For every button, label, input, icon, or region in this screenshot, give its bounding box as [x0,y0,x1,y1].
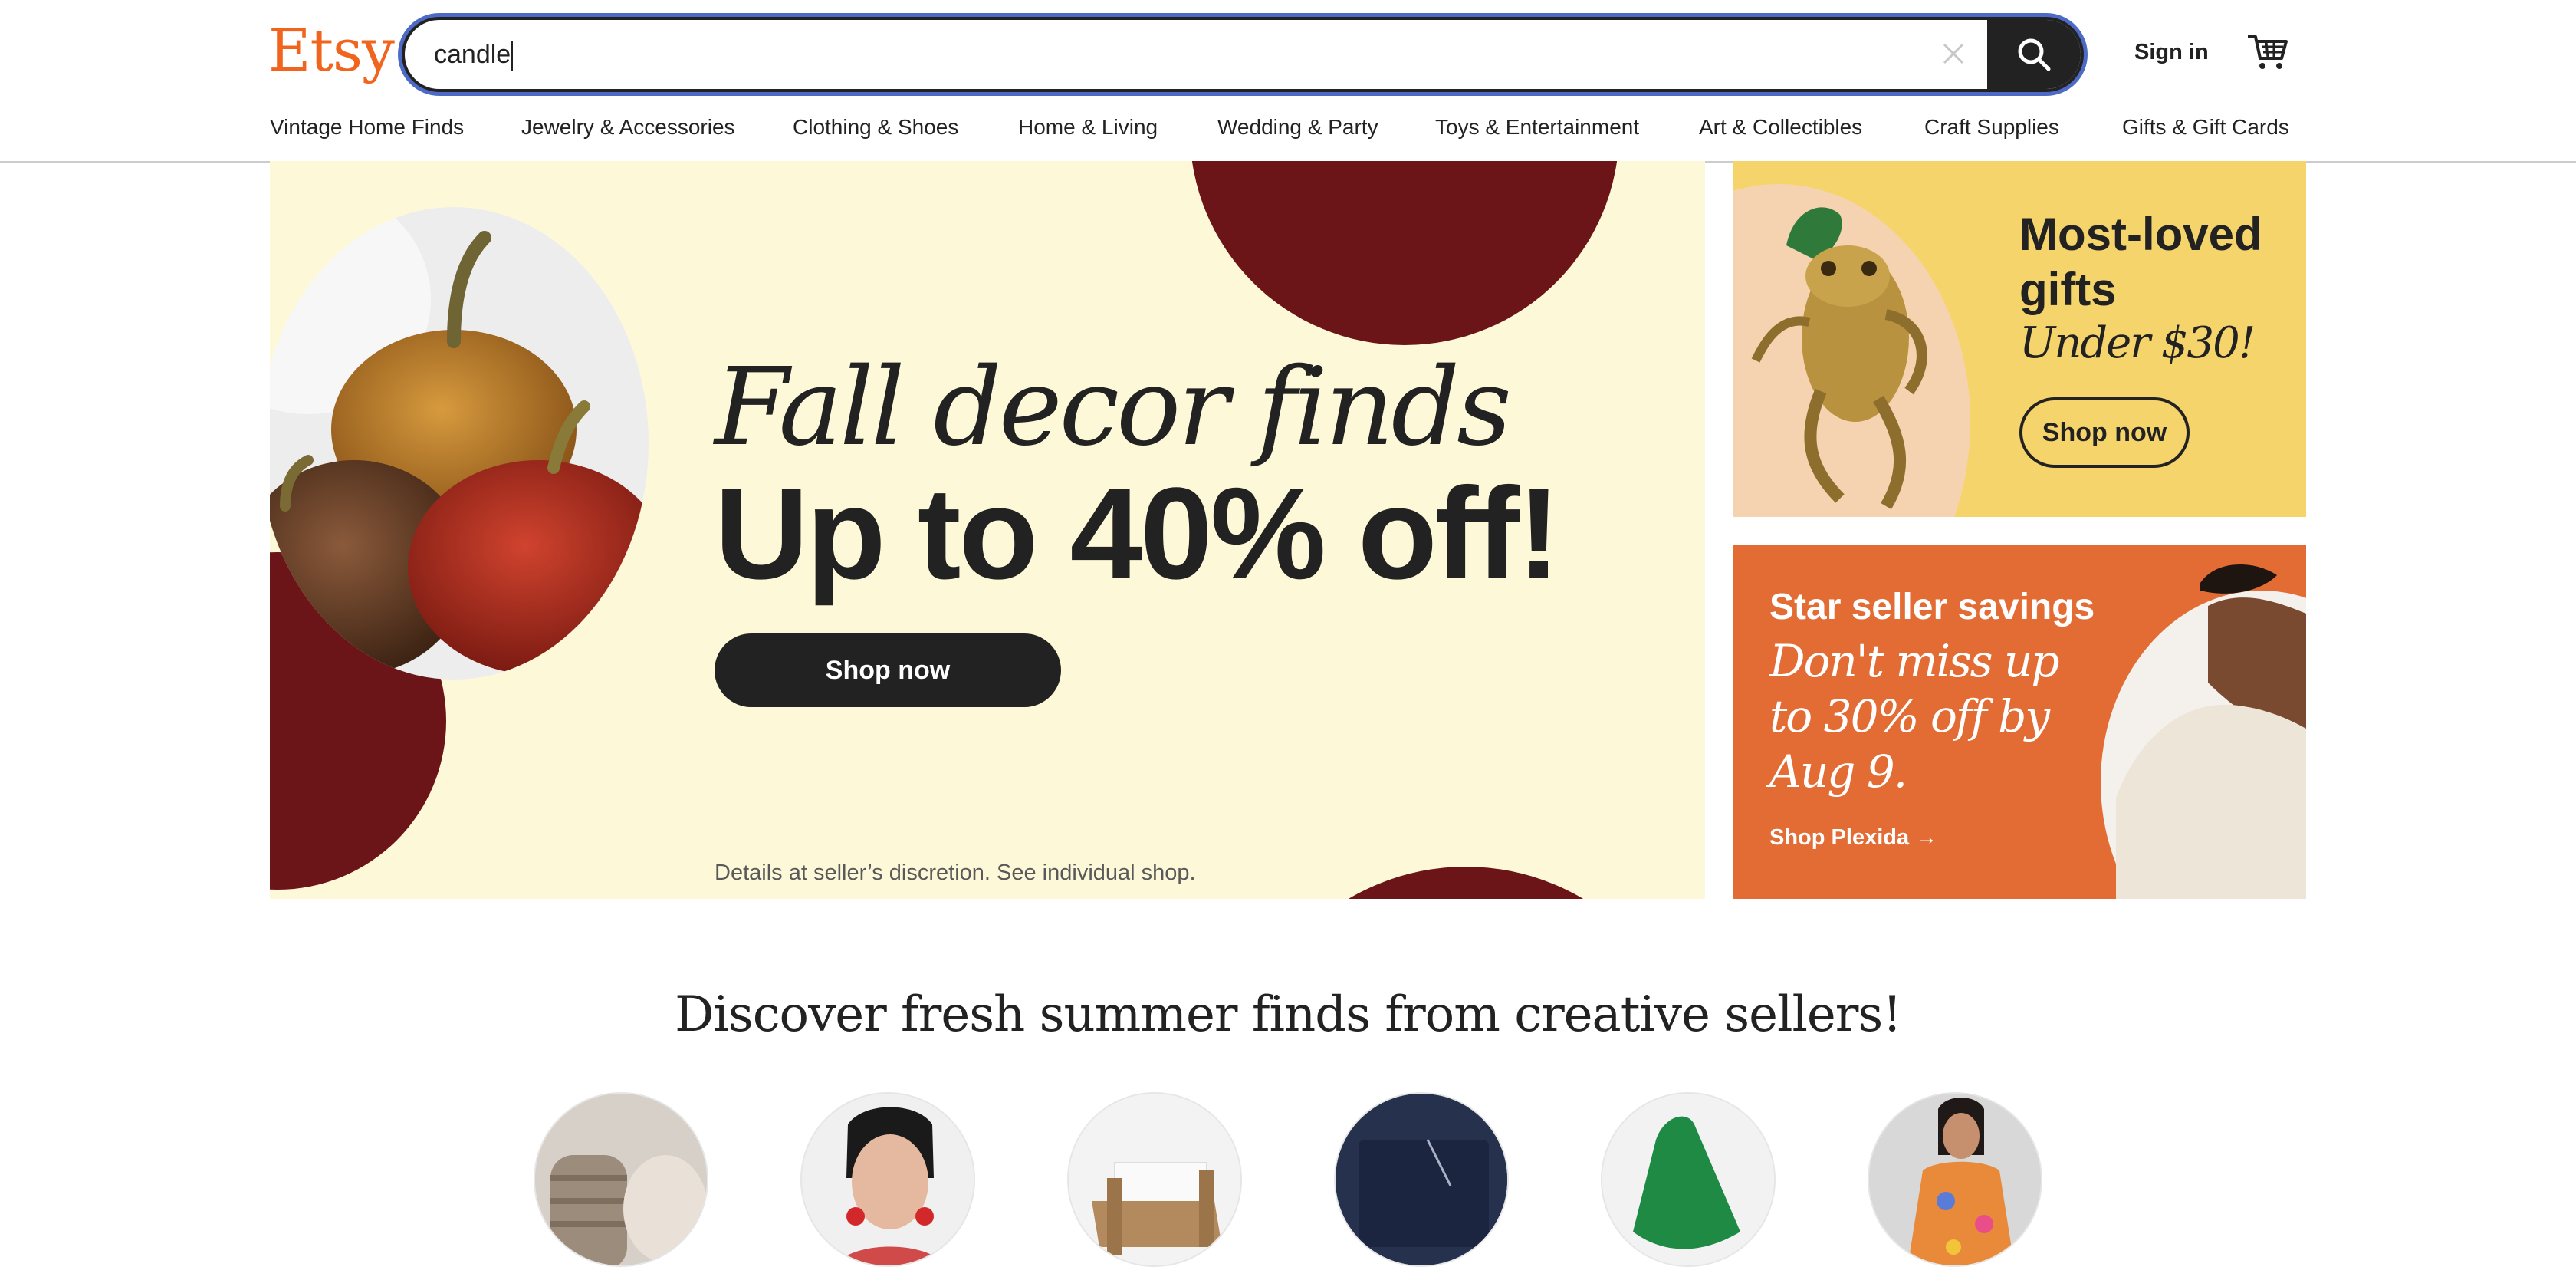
shop-plexida-link[interactable]: Shop Plexida → [1769,825,1937,851]
discover-circle-chair[interactable] [1067,1092,1242,1267]
search-input-value: candle [434,40,511,69]
discover-circle-dress[interactable] [1868,1092,2042,1267]
chair-image [1069,1094,1240,1265]
nav-gifts-gift-cards[interactable]: Gifts & Gift Cards [2122,115,2289,140]
hero-disclaimer: Details at seller’s discretion. See indi… [715,861,1196,885]
pumpkins-image [270,207,649,680]
search-input[interactable]: candle [434,20,514,89]
hero-title-bold: Up to 40% off! [715,461,1561,607]
discover-circle-notebook[interactable] [1334,1092,1509,1267]
star-seller-title: Star seller savings [1769,587,2095,627]
nav-wedding-party[interactable]: Wedding & Party [1217,115,1378,140]
nav-home-living[interactable]: Home & Living [1018,115,1158,140]
discover-circle-pottery[interactable] [534,1092,708,1267]
discover-circle-earrings[interactable] [800,1092,975,1267]
search-icon [2018,38,2051,71]
nav-art-collectibles[interactable]: Art & Collectibles [1699,115,1862,140]
star-seller-line2: to 30% off by [1769,690,2050,742]
star-seller-card[interactable]: Star seller savings Don't miss up to 30%… [1733,545,2306,899]
search-bar[interactable]: candle [402,17,2084,92]
text-caret [511,41,514,71]
category-nav: Vintage Home Finds Jewelry & Accessories… [0,115,2576,163]
search-button[interactable] [1987,20,2081,89]
earrings-model-image [802,1094,974,1265]
discover-heading: Discover fresh summer finds from creativ… [675,986,1902,1043]
model-sweater-image [2101,564,2306,899]
star-seller-subtitle: Don't miss up to 30% off by Aug 9. [1769,634,2091,799]
clear-search-icon[interactable] [1940,40,1967,67]
star-seller-line1: Don't miss up [1769,635,2059,687]
nav-toys-entertainment[interactable]: Toys & Entertainment [1435,115,1639,140]
etsy-logo[interactable]: Etsy [268,21,395,80]
notebook-image [1336,1094,1507,1265]
frog-ornament-image [1733,184,1970,517]
gifts-card-title: Most-loved gifts [2019,207,2262,318]
cart-icon[interactable] [2246,32,2289,72]
star-seller-line3: Aug 9. [1769,745,1907,798]
hero-title-italic: Fall decor finds [715,345,1512,470]
nav-vintage-home-finds[interactable]: Vintage Home Finds [270,115,464,140]
dress-model-image [1869,1094,2041,1265]
sign-in-link[interactable]: Sign in [2134,40,2209,65]
nav-craft-supplies[interactable]: Craft Supplies [1924,115,2059,140]
shop-plexida-label: Shop Plexida [1769,825,1910,850]
nav-clothing-shoes[interactable]: Clothing & Shoes [793,115,958,140]
gifts-shop-now-button[interactable]: Shop now [2019,397,2190,468]
gifts-title-line1: Most-loved [2019,209,2262,260]
discover-circle-bag[interactable] [1601,1092,1776,1267]
gifts-card-subtitle: Under $30! [2019,318,2256,368]
arrow-right-icon: → [1915,825,1938,850]
nav-jewelry-accessories[interactable]: Jewelry & Accessories [521,115,735,140]
most-loved-gifts-card[interactable]: Most-loved gifts Under $30! Shop now [1733,161,2306,517]
green-bag-image [1602,1094,1774,1265]
pottery-image [535,1094,707,1265]
hero-shop-now-button[interactable]: Shop now [715,634,1061,707]
gifts-title-line2: gifts [2019,264,2117,315]
hero-banner[interactable]: Fall decor finds Up to 40% off! Shop now… [270,161,1705,899]
